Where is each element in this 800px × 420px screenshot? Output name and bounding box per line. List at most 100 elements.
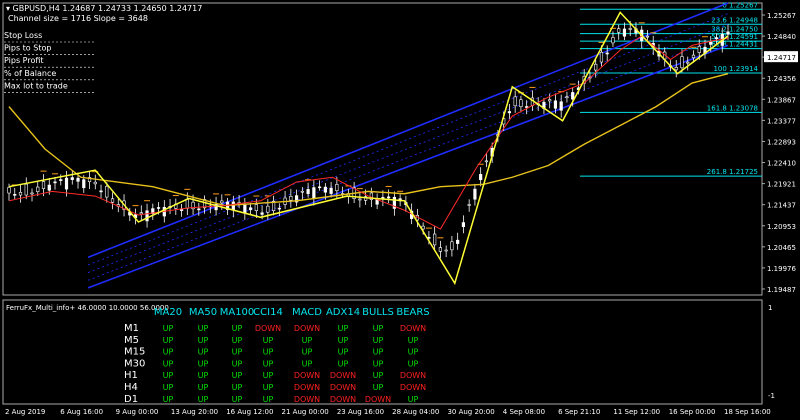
price-tick-label: 1.23377 — [767, 117, 796, 125]
indicator-cell: UP — [338, 348, 349, 357]
indicator-cell: UP — [198, 371, 209, 380]
candle-body — [93, 181, 97, 185]
candle-body — [82, 179, 86, 189]
indicator-cell: UP — [198, 348, 209, 357]
indicator-column-header: BEARS — [396, 307, 429, 318]
candle-body — [507, 111, 512, 114]
candle-body — [24, 183, 28, 196]
candle-body — [156, 207, 161, 209]
time-tick-label: 23 Aug 16:00 — [337, 408, 384, 416]
indicator-cell: UP — [302, 359, 313, 368]
candle-body — [300, 190, 304, 193]
candle-body — [484, 160, 489, 163]
time-tick-label: 13 Aug 20:00 — [171, 408, 218, 416]
symbol-ohlc-label: ▾ GBPUSD,H4 1.24687 1.24733 1.24650 1.24… — [6, 4, 202, 13]
candle-body — [387, 196, 391, 199]
channel-mid-line — [87, 13, 729, 266]
candle-body — [559, 101, 563, 111]
candle-body — [628, 28, 632, 30]
indicator-cell: DOWN — [330, 395, 356, 404]
candle-body — [433, 233, 437, 246]
candle-body — [548, 99, 552, 102]
candle-body — [145, 210, 149, 222]
candle-body — [99, 190, 103, 193]
timeframe-row-label: H1 — [124, 370, 138, 381]
time-tick-label: 6 Sep 21:10 — [558, 408, 600, 416]
price-tick-label: 1.19487 — [767, 286, 796, 294]
candle-body — [7, 187, 11, 194]
side-panel-item: Pips to Stop — [4, 44, 51, 53]
indicator-cell: UP — [373, 348, 384, 357]
indicator-cell: UP — [302, 336, 313, 345]
price-tick-label: 1.22410 — [767, 160, 796, 168]
candle-body — [456, 239, 460, 244]
indicator-cell: UP — [198, 336, 209, 345]
indicator-cell: UP — [263, 359, 274, 368]
candle-body — [197, 208, 201, 211]
indicator-cell: UP — [373, 371, 384, 380]
indicator-cell: UP — [198, 359, 209, 368]
candle-body — [312, 187, 316, 199]
candle-body — [139, 212, 143, 215]
candle-body — [599, 51, 604, 63]
candle-body — [617, 28, 621, 33]
candle-body — [231, 201, 235, 211]
indicator-cell: UP — [232, 348, 243, 357]
indicator-column-header: MACD — [292, 307, 322, 318]
candle-body — [513, 96, 517, 107]
fibo-level-label: 261.8 1.21725 — [707, 168, 758, 176]
indicator-column-header: ADX14 — [326, 307, 360, 318]
candle-body — [105, 185, 109, 198]
candle-body — [47, 184, 51, 191]
indicator-cell: DOWN — [294, 383, 320, 392]
indicator-cell: UP — [408, 395, 419, 404]
indicator-cell: UP — [263, 348, 274, 357]
candle-body — [76, 177, 80, 182]
candle-body — [254, 204, 258, 211]
indicator-cell: UP — [338, 324, 349, 333]
indicator-cell: DOWN — [400, 371, 426, 380]
price-chart[interactable]: 1.25267 1.24840 1.24717 1.24356 1.23867 1.233… — [0, 0, 800, 420]
candle-body — [450, 241, 454, 251]
timeframe-row-label: M1 — [124, 323, 139, 334]
channel-mid-line — [87, 34, 729, 281]
indicator-cell: DOWN — [294, 395, 320, 404]
candle-body — [13, 193, 17, 196]
indicator-scale-bottom: -1 — [768, 392, 775, 400]
candle-body — [461, 222, 466, 228]
price-tick-label: 1.21921 — [767, 181, 796, 189]
price-tick-label: 1.24356 — [767, 75, 796, 83]
candle-body — [525, 106, 529, 108]
indicator-cell: UP — [232, 336, 243, 345]
indicator-cell: UP — [163, 371, 174, 380]
indicator-cell: UP — [408, 348, 419, 357]
indicator-cell: UP — [263, 383, 274, 392]
slow-ma-line — [8, 72, 729, 207]
candle-body — [64, 177, 69, 190]
time-tick-label: 16 Aug 12:00 — [226, 408, 273, 416]
fibo-level-label: 161.8 1.23078 — [707, 104, 758, 112]
fibo-level-label: 23.6 1.24948 — [711, 16, 758, 24]
channel-upper-line — [87, 2, 729, 259]
candle-body — [185, 198, 189, 209]
indicator-cell: UP — [408, 336, 419, 345]
candle-body — [594, 63, 598, 71]
candle-body — [553, 100, 558, 109]
indicator-cell: UP — [263, 395, 274, 404]
indicator-cell: UP — [338, 359, 349, 368]
indicator-cell: UP — [198, 383, 209, 392]
candle-body — [622, 28, 627, 37]
candle-body — [41, 181, 46, 189]
time-tick-label: 28 Aug 04:00 — [392, 408, 439, 416]
indicator-scale-top: 1 — [768, 304, 772, 312]
fibo-level-label: 100 1.23914 — [713, 65, 758, 73]
candle-body — [473, 188, 477, 200]
indicator-title: FerruFx_Multi_info+ 46.0000 10.0000 56.0… — [6, 304, 169, 312]
indicator-column-header: MA20 — [154, 307, 182, 318]
indicator-cell: UP — [373, 383, 384, 392]
time-tick-label: 6 Aug 16:00 — [60, 408, 103, 416]
candle-body — [691, 54, 696, 59]
fast-ma-line — [8, 35, 729, 230]
candle-body — [645, 35, 650, 38]
indicator-cell: UP — [373, 359, 384, 368]
